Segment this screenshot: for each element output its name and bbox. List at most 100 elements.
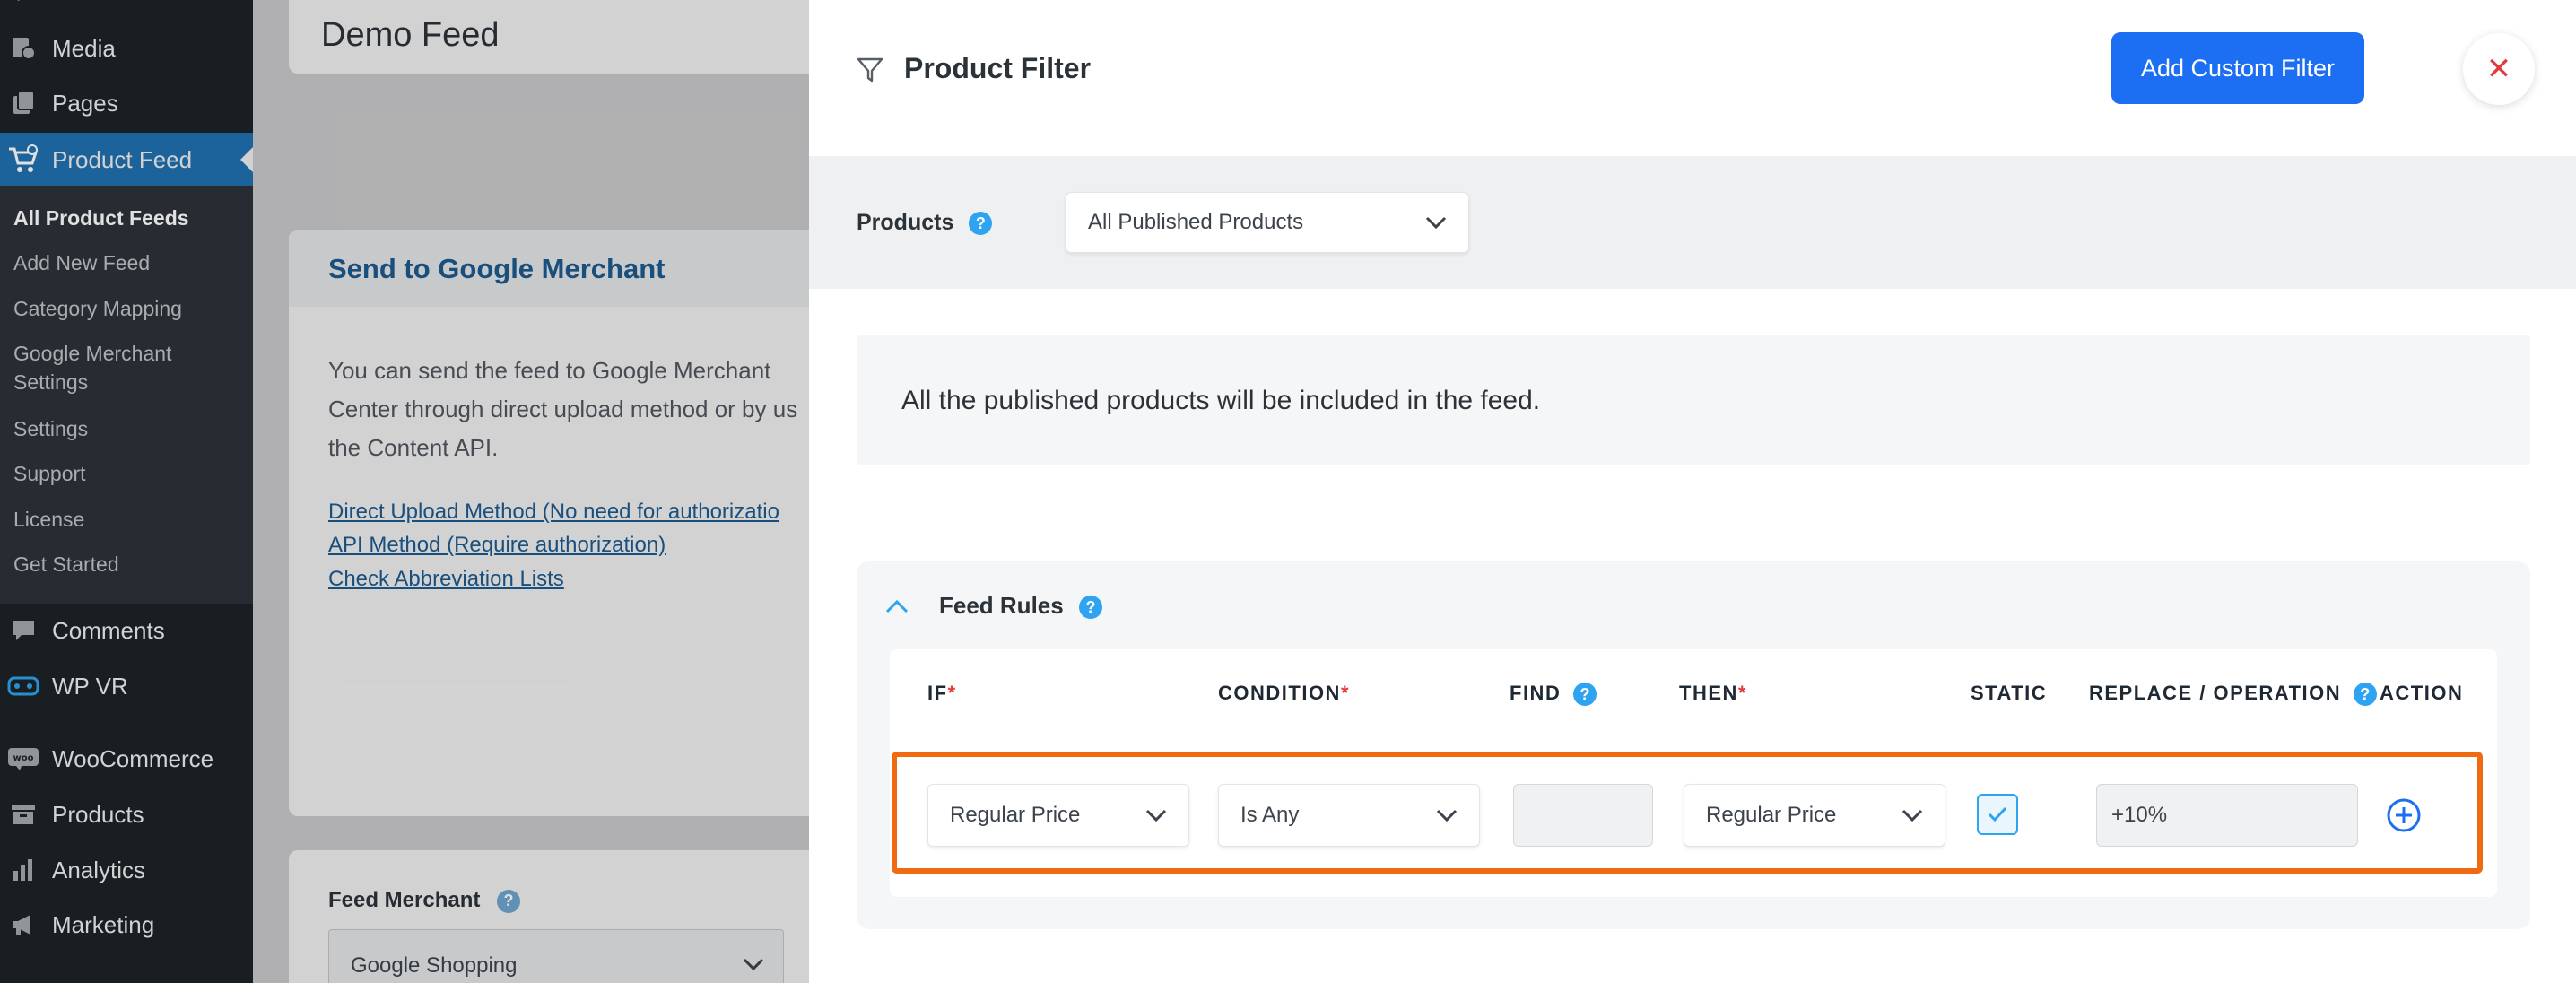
sidebar-item-pages[interactable]: Pages	[0, 76, 253, 130]
help-icon[interactable]: ?	[1078, 596, 1102, 620]
help-icon[interactable]: ?	[497, 889, 521, 913]
sidebar-item-wp-vr[interactable]: WP VR	[0, 659, 253, 713]
if-attribute-value: Regular Price	[950, 803, 1081, 827]
sidebar-item-analytics[interactable]: Analytics	[0, 843, 253, 897]
column-header-text: ACTION	[2380, 682, 2464, 704]
sidebar-item-label: Product Feed	[52, 145, 193, 173]
feed-merchant-value: Google Shopping	[351, 953, 518, 978]
column-header-static: STATIC	[1971, 682, 2047, 705]
required-mark: *	[1340, 682, 1351, 704]
replace-operation-value: +10%	[2111, 803, 2168, 827]
replace-operation-input[interactable]: +10%	[2096, 784, 2358, 847]
woocommerce-icon: woo	[7, 743, 39, 775]
submenu-support[interactable]: Support	[13, 459, 86, 488]
drawer-header: Product Filter Add Custom Filter ✕	[809, 0, 2576, 156]
submenu-label-line1: Google Merchant	[13, 342, 172, 365]
admin-sidebar: Media Pages Product Feed All Product Fee…	[0, 0, 253, 983]
google-merchant-title: Send to Google Merchant	[328, 253, 666, 284]
help-icon[interactable]: ?	[2353, 683, 2377, 707]
filter-icon	[857, 57, 883, 83]
drawer-title: Product Filter	[904, 52, 1092, 84]
sidebar-item-comments[interactable]: Comments	[0, 604, 253, 657]
required-mark: *	[947, 682, 957, 704]
sidebar-item-label: Pages	[52, 89, 118, 117]
feed-rules-title-text: Feed Rules	[939, 592, 1064, 619]
api-method-link[interactable]: API Method (Require authorization)	[328, 533, 666, 558]
description-line: the Content API.	[328, 434, 499, 461]
chevron-down-icon	[743, 958, 764, 971]
sidebar-item-woocommerce[interactable]: woo WooCommerce	[0, 732, 253, 786]
sidebar-item-label: Media	[52, 34, 116, 62]
feed-rules-title: Feed Rules ?	[939, 592, 1102, 620]
add-rule-icon[interactable]	[2386, 797, 2422, 833]
submenu-license[interactable]: License	[13, 505, 84, 534]
chevron-down-icon	[1145, 809, 1167, 822]
feed-title: Demo Feed	[321, 16, 500, 54]
product-feed-icon	[7, 144, 39, 176]
sidebar-item-label: Marketing	[52, 910, 155, 938]
check-icon	[1988, 806, 2007, 822]
feed-merchant-card: Feed Merchant ? Google Shopping	[289, 850, 845, 983]
feed-title-card: Demo Feed	[289, 0, 845, 74]
media-icon	[7, 32, 39, 65]
condition-select[interactable]: Is Any	[1218, 784, 1480, 847]
close-button[interactable]: ✕	[2463, 33, 2535, 105]
column-header-text: STATIC	[1971, 682, 2048, 704]
column-header-if: IF*	[927, 682, 957, 705]
chevron-up-icon[interactable]	[883, 597, 910, 615]
add-custom-filter-button[interactable]: Add Custom Filter	[2111, 32, 2364, 104]
feed-merchant-select[interactable]: Google Shopping	[328, 929, 784, 983]
products-label: Products ?	[857, 210, 993, 236]
feed-merchant-label: Feed Merchant ?	[328, 888, 521, 913]
column-header-text: REPLACE / OPERATION	[2089, 682, 2342, 704]
column-header-text: IF	[927, 682, 948, 704]
comments-icon	[7, 614, 39, 647]
column-header-text: FIND	[1510, 682, 1562, 704]
sidebar-item-product-feed[interactable]: Product Feed	[0, 133, 253, 187]
column-header-then: THEN*	[1679, 682, 1747, 705]
sidebar-item-marketing[interactable]: Marketing	[0, 898, 253, 952]
column-header-text: THEN	[1679, 682, 1738, 704]
column-header-text: CONDITION	[1218, 682, 1341, 704]
static-checkbox[interactable]	[1977, 794, 2018, 835]
products-select[interactable]: All Published Products	[1066, 192, 1469, 253]
submenu-get-started[interactable]: Get Started	[13, 550, 119, 578]
product-feed-submenu: All Product Feeds Add New Feed Category …	[0, 186, 253, 604]
if-attribute-select[interactable]: Regular Price	[927, 784, 1189, 847]
pages-icon	[7, 87, 39, 119]
close-icon: ✕	[2485, 52, 2512, 86]
chevron-down-icon	[1436, 809, 1458, 822]
analytics-icon	[7, 854, 39, 886]
sidebar-item-products[interactable]: Products	[0, 787, 253, 841]
products-info-text: All the published products will be inclu…	[901, 386, 1541, 415]
products-info-box: All the published products will be inclu…	[857, 335, 2530, 465]
sidebar-item-label: Analytics	[52, 856, 146, 883]
column-header-condition: CONDITION*	[1218, 682, 1350, 705]
sidebar-item-media[interactable]: Media	[0, 22, 253, 75]
wp-vr-icon	[7, 670, 39, 702]
help-icon[interactable]: ?	[1572, 683, 1597, 707]
submenu-google-merchant-settings[interactable]: Google Merchant Settings	[13, 339, 171, 396]
condition-value: Is Any	[1240, 803, 1300, 827]
column-header-find: FIND ?	[1510, 682, 1597, 707]
direct-upload-link[interactable]: Direct Upload Method (No need for author…	[328, 500, 779, 525]
add-custom-filter-label: Add Custom Filter	[2140, 54, 2336, 82]
products-label-text: Products	[857, 210, 954, 235]
google-merchant-description: You can send the feed to Google Merchant…	[328, 352, 797, 467]
svg-text:woo: woo	[13, 753, 34, 763]
product-filter-drawer: Product Filter Add Custom Filter ✕ Produ…	[809, 0, 2576, 983]
sidebar-item-posts[interactable]	[0, 0, 253, 9]
column-header-action: ACTION	[2380, 682, 2463, 705]
sidebar-item-label: Comments	[52, 616, 165, 644]
help-icon[interactable]: ?	[969, 212, 993, 236]
then-attribute-select[interactable]: Regular Price	[1684, 784, 1945, 847]
submenu-label-line2: Settings	[13, 370, 89, 394]
submenu-category-mapping[interactable]: Category Mapping	[13, 294, 182, 323]
find-input[interactable]	[1513, 784, 1653, 847]
submenu-all-product-feeds[interactable]: All Product Feeds	[13, 204, 189, 232]
required-mark: *	[1737, 682, 1747, 704]
abbreviation-lists-link[interactable]: Check Abbreviation Lists	[328, 567, 564, 592]
submenu-add-new-feed[interactable]: Add New Feed	[13, 248, 150, 277]
chevron-down-icon	[1425, 216, 1447, 230]
submenu-settings[interactable]: Settings	[13, 414, 88, 443]
